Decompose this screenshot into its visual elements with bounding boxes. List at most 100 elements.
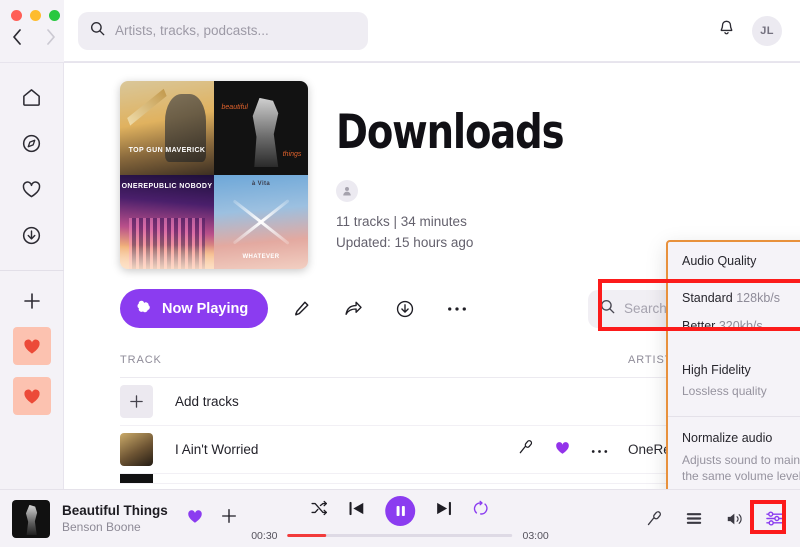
share-icon[interactable] — [334, 290, 372, 328]
content-pane: TOP GUN MAVERICK beautiful things ONEREP… — [64, 62, 800, 489]
sidebar-divider — [0, 270, 64, 271]
player-right-controls — [646, 510, 784, 527]
progress-bar[interactable] — [287, 534, 513, 537]
more-options-icon[interactable] — [591, 441, 608, 459]
player-track-title: Beautiful Things — [62, 503, 168, 518]
page-title: Downloads — [336, 105, 565, 160]
header-right-group: JL — [717, 15, 782, 46]
time-total: 03:00 — [522, 529, 549, 542]
playlist-cover-grid: TOP GUN MAVERICK beautiful things ONEREP… — [120, 81, 308, 269]
playlist-hero: TOP GUN MAVERICK beautiful things ONEREP… — [64, 63, 800, 269]
previous-track-icon[interactable] — [349, 501, 366, 521]
sidebar-add-playlist-button[interactable] — [12, 281, 52, 321]
minimize-window-button[interactable] — [30, 10, 41, 21]
album-cover-top-gun: TOP GUN MAVERICK — [120, 81, 214, 175]
quality-option-better[interactable]: Better 320kb/s — [668, 306, 800, 347]
quality-option-better-rate: 320kb/s — [718, 318, 763, 333]
quality-option-standard[interactable]: Standard 128kb/s — [668, 278, 800, 306]
album-cover-bt-label-bottom: things — [282, 151, 302, 159]
player-track-artist: Benson Boone — [62, 520, 141, 534]
quality-option-standard-rate: 128kb/s — [736, 290, 780, 305]
playlist-updated: Updated: 15 hours ago — [336, 234, 474, 250]
sidebar-item-favorites[interactable] — [12, 169, 52, 209]
quality-option-better-text: Better 320kb/s — [682, 319, 763, 333]
playlist-stats: 11 tracks | 34 minutes — [336, 214, 467, 229]
main-area: TOP GUN MAVERICK beautiful things ONEREP… — [0, 62, 800, 489]
track-thumbnail — [120, 433, 153, 466]
album-cover-bt-label-top: beautiful — [221, 103, 248, 111]
close-window-button[interactable] — [11, 10, 22, 21]
pause-button[interactable] — [385, 495, 416, 526]
search-icon — [600, 299, 615, 319]
window-controls[interactable] — [11, 10, 60, 21]
maximize-window-button[interactable] — [49, 10, 60, 21]
sidebar-playlist-tile-1[interactable] — [12, 327, 51, 365]
sidebar-header — [0, 0, 64, 62]
playlist-info: Downloads 11 tracks | 34 minutes Updated… — [336, 81, 613, 269]
time-elapsed: 00:30 — [251, 529, 278, 542]
sidebar — [0, 62, 64, 489]
audio-quality-section: Audio Quality — [668, 242, 800, 278]
normalize-audio-row[interactable]: Normalize audio — [668, 417, 800, 447]
more-options-icon[interactable] — [438, 290, 476, 328]
top-row: Artists, tracks, podcasts... JL — [0, 0, 800, 62]
next-track-icon[interactable] — [436, 501, 453, 521]
now-playing-icon — [136, 298, 154, 320]
avatar[interactable]: JL — [752, 15, 782, 46]
sidebar-item-downloads[interactable] — [12, 215, 52, 255]
player-track-actions — [186, 507, 238, 530]
track-title: I Ain't Worried — [175, 442, 259, 457]
plus-icon — [120, 385, 153, 418]
queue-list-icon[interactable] — [685, 511, 703, 526]
album-cover-whatever-label-bottom: WHATEVER — [242, 253, 280, 260]
volume-icon[interactable] — [725, 511, 743, 527]
quality-option-high-fidelity[interactable]: High Fidelity — [668, 347, 800, 378]
search-icon — [90, 21, 105, 41]
normalize-audio-label: Normalize audio — [682, 430, 773, 445]
player-track-text: Beautiful Things Benson Boone — [62, 503, 168, 534]
navigation-arrows — [8, 27, 60, 47]
bell-icon[interactable] — [717, 19, 736, 43]
now-playing-label: Now Playing — [162, 300, 249, 317]
mic-icon[interactable] — [518, 439, 534, 460]
quality-option-standard-label: Standard — [682, 290, 733, 305]
player-album-art — [12, 499, 50, 538]
repeat-icon[interactable] — [473, 500, 490, 522]
global-search-box[interactable]: Artists, tracks, podcasts... — [78, 11, 368, 50]
album-cover-top-gun-label: TOP GUN MAVERICK — [128, 147, 206, 155]
album-cover-beautiful-things: beautiful things — [214, 81, 308, 175]
shuffle-icon[interactable] — [311, 500, 329, 521]
track-thumbnail — [120, 474, 153, 483]
app-window: Artists, tracks, podcasts... JL TOP GUN … — [0, 0, 800, 547]
quality-option-standard-text: Standard 128kb/s — [682, 291, 780, 305]
app-header: Artists, tracks, podcasts... JL — [64, 0, 800, 62]
audio-quality-title: Audio Quality — [682, 254, 757, 268]
heart-filled-icon[interactable] — [554, 440, 571, 460]
sidebar-item-home[interactable] — [12, 77, 52, 117]
progress-fill — [287, 534, 326, 537]
equalizer-icon[interactable] — [765, 510, 784, 527]
audio-settings-panel: Audio Quality Standard 128kb/s Better 32… — [666, 240, 800, 489]
album-cover-whatever-label-top: à Vita — [251, 180, 271, 187]
owner-avatar-icon — [336, 180, 358, 202]
back-arrow-icon[interactable] — [8, 27, 26, 47]
quality-option-better-label: Better — [682, 318, 716, 333]
plus-icon[interactable] — [220, 507, 238, 530]
edit-pen-icon[interactable] — [282, 290, 320, 328]
mic-icon[interactable] — [646, 510, 663, 527]
sidebar-playlist-tile-2[interactable] — [12, 377, 51, 415]
player-controls: 00:30 03:00 — [251, 495, 549, 542]
sidebar-item-explore[interactable] — [12, 123, 52, 163]
heart-icon — [23, 389, 40, 404]
player-transport — [311, 495, 490, 526]
global-search-placeholder: Artists, tracks, podcasts... — [115, 23, 269, 38]
heart-filled-icon[interactable] — [186, 508, 204, 529]
download-icon[interactable] — [386, 290, 424, 328]
forward-arrow-icon[interactable] — [42, 27, 60, 47]
track-row-icons — [518, 439, 608, 460]
column-header-track: TRACK — [120, 354, 162, 366]
album-cover-onerepublic: ONEREPUBLIC NOBODY — [120, 175, 214, 269]
playlist-search-placeholder: Search — [624, 301, 667, 316]
normalize-audio-desc: Adjusts sound to maintain the same volum… — [682, 453, 800, 484]
now-playing-button[interactable]: Now Playing — [120, 289, 269, 328]
